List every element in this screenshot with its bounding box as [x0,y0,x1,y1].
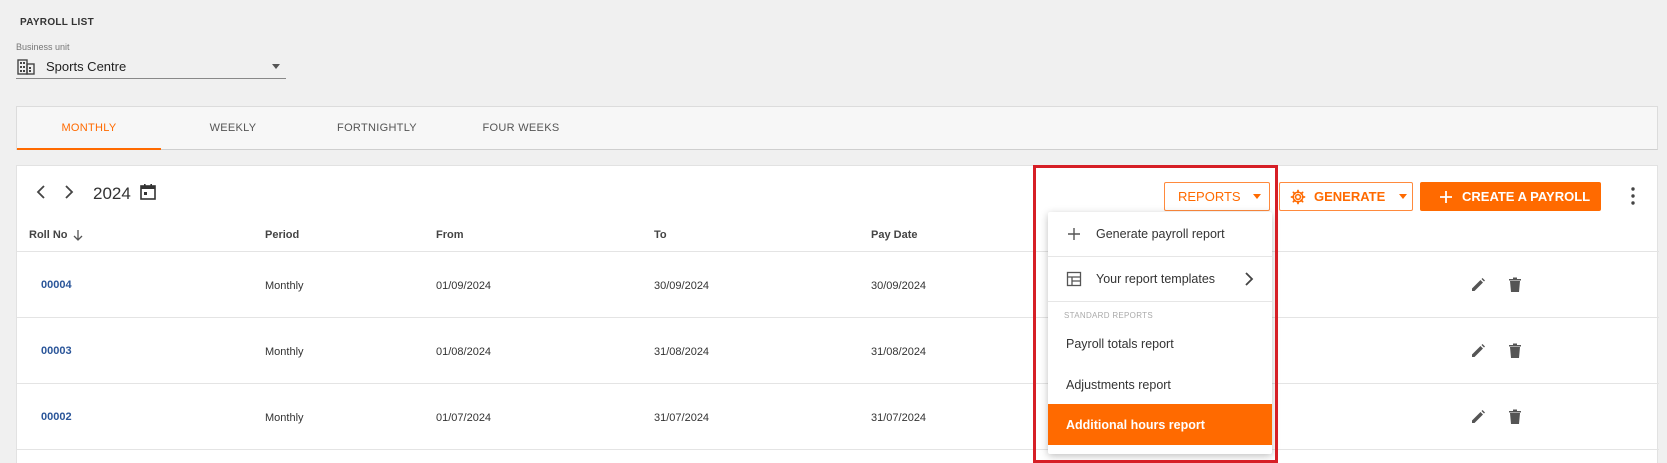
adjustments-report-item[interactable]: Adjustments report [1048,363,1272,407]
row-divider [17,449,1659,450]
create-payroll-label: CREATE A PAYROLL [1462,189,1591,204]
arrow-down-icon [73,230,82,241]
reports-dropdown-menu: Generate payroll report Your report temp… [1048,212,1272,454]
payroll-totals-report-item[interactable]: Payroll totals report [1048,322,1272,366]
chevron-right-icon [1245,272,1254,286]
calendar-icon[interactable] [139,183,157,201]
more-options-icon[interactable] [1625,185,1641,207]
header-roll-no[interactable]: Roll No [29,229,83,241]
chevron-down-icon [1399,194,1408,199]
generate-payroll-report-item[interactable]: Generate payroll report [1048,212,1272,256]
from-cell: 01/07/2024 [436,412,492,424]
roll-no-link[interactable]: 00002 [41,411,72,423]
header-pay-date: Pay Date [871,229,918,241]
report-templates-label: Your report templates [1096,272,1216,286]
edit-icon[interactable] [1469,408,1487,426]
report-templates-item[interactable]: Your report templates [1048,257,1272,301]
building-icon [17,58,35,75]
payroll-frequency-tabs: MONTHLY WEEKLY FORTNIGHTLY FOUR WEEKS [16,106,1658,150]
business-unit-label: Business unit [16,42,70,52]
period-cell: Monthly [265,346,304,358]
to-cell: 31/07/2024 [654,412,710,424]
plus-icon [1068,228,1080,240]
pay-date-cell: 31/08/2024 [871,346,927,358]
edit-icon[interactable] [1469,342,1487,360]
to-cell: 30/09/2024 [654,280,710,292]
business-unit-select[interactable]: Sports Centre [16,55,286,79]
header-period: Period [265,229,300,241]
create-payroll-button[interactable]: CREATE A PAYROLL [1420,182,1601,211]
business-unit-value: Sports Centre [46,59,127,74]
row-divider [17,383,1659,384]
header-to: To [654,229,667,241]
reports-button-label: REPORTS [1178,189,1241,204]
pay-date-cell: 31/07/2024 [871,412,927,424]
header-roll-no-label: Roll No [29,229,68,241]
period-cell: Monthly [265,280,304,292]
chevron-left-icon [36,185,45,199]
delete-icon[interactable] [1506,276,1524,294]
from-cell: 01/08/2024 [436,346,492,358]
standard-reports-section-label: STANDARD REPORTS [1064,311,1153,320]
generate-button-label: GENERATE [1314,189,1386,204]
additional-hours-report-item[interactable]: Additional hours report [1048,404,1272,445]
gear-icon [1290,189,1306,204]
reports-button[interactable]: REPORTS [1164,182,1270,211]
tab-four-weeks[interactable]: FOUR WEEKS [449,107,593,149]
edit-icon[interactable] [1469,276,1487,294]
payroll-card: 2024 REPORTS GENERATE CREATE A PAYROLL R… [16,165,1659,463]
header-from: From [436,229,464,241]
tab-monthly[interactable]: MONTHLY [17,107,161,150]
header-divider [17,251,1659,252]
page-title: PAYROLL LIST [20,17,94,28]
roll-no-link[interactable]: 00004 [41,279,72,291]
from-cell: 01/09/2024 [436,280,492,292]
roll-no-link[interactable]: 00003 [41,345,72,357]
next-year-button[interactable] [57,180,81,204]
tab-fortnightly[interactable]: FORTNIGHTLY [305,107,449,149]
period-cell: Monthly [265,412,304,424]
delete-icon[interactable] [1506,342,1524,360]
tab-weekly[interactable]: WEEKLY [161,107,305,149]
to-cell: 31/08/2024 [654,346,710,358]
chevron-down-icon [1252,194,1261,199]
generate-payroll-report-label: Generate payroll report [1096,227,1225,241]
chevron-right-icon [65,185,74,199]
previous-year-button[interactable] [29,180,53,204]
delete-icon[interactable] [1506,408,1524,426]
year-display: 2024 [93,184,131,203]
template-icon [1066,271,1082,287]
chevron-down-icon [272,64,280,69]
menu-divider [1048,301,1272,302]
pay-date-cell: 30/09/2024 [871,280,927,292]
row-divider [17,317,1659,318]
plus-icon [1440,190,1452,203]
generate-button[interactable]: GENERATE [1279,182,1413,211]
